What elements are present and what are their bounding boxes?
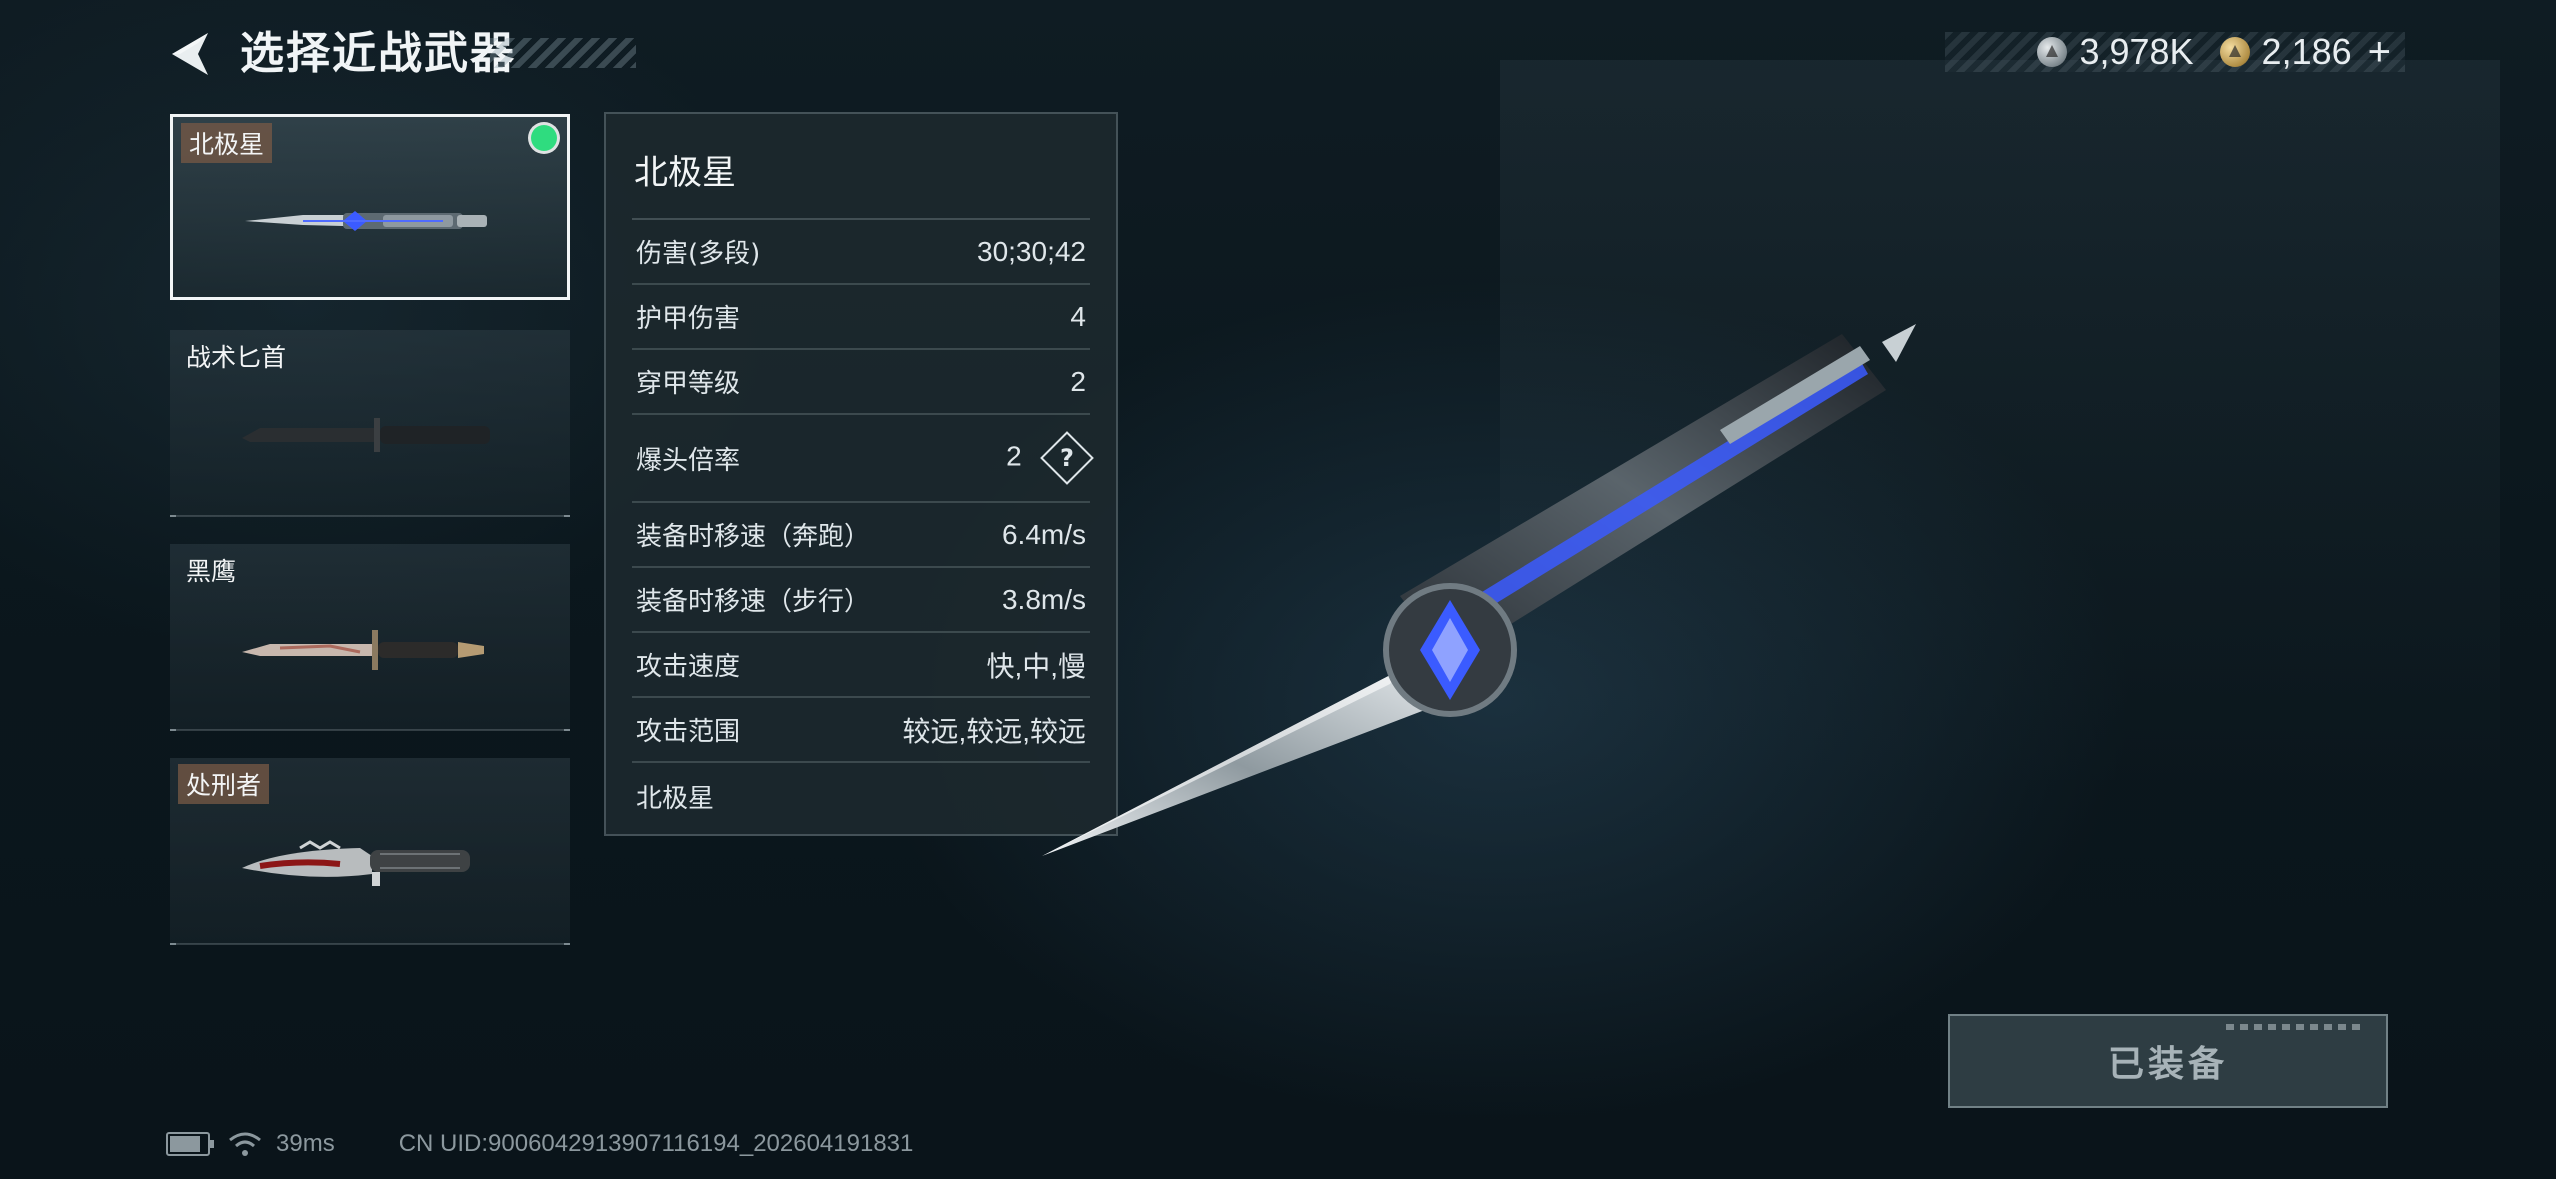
add-currency-button[interactable]: + bbox=[2368, 30, 2391, 75]
stat-label: 爆头倍率 bbox=[636, 445, 741, 476]
gold-coin-icon bbox=[2219, 37, 2250, 67]
black-hawk-image bbox=[242, 630, 484, 670]
stat-row-damage: 伤害(多段) 30;30;42 bbox=[632, 220, 1090, 285]
stat-label: 攻击速度 bbox=[636, 652, 741, 682]
title-decoration bbox=[490, 38, 636, 68]
weapon-card-black-hawk[interactable]: 黑鹰 bbox=[170, 544, 570, 731]
wifi-icon bbox=[229, 1132, 261, 1156]
gold-amount: 2,186 bbox=[2261, 31, 2352, 72]
weapon-card-tactical-dagger[interactable]: 战术匕首 bbox=[170, 330, 570, 517]
weapon-card-polaris[interactable]: 北极星 bbox=[170, 114, 570, 300]
weapon-card-executioner[interactable]: 处刑者 bbox=[170, 758, 570, 945]
ping-text: 39ms bbox=[276, 1130, 335, 1157]
weapon-card-label: 北极星 bbox=[181, 123, 273, 163]
polaris-knife-image bbox=[245, 211, 487, 231]
weapon-card-label: 处刑者 bbox=[178, 764, 270, 804]
equipped-button[interactable]: 已装备 bbox=[1948, 1014, 2388, 1108]
weapon-card-label: 战术匕首 bbox=[186, 343, 287, 372]
stat-label: 伤害(多段) bbox=[636, 239, 761, 269]
silver-coin-icon bbox=[2037, 37, 2068, 67]
stats-title: 北极星 bbox=[632, 114, 1090, 220]
stat-label: 装备时移速（步行） bbox=[636, 587, 871, 617]
stat-label: 穿甲等级 bbox=[636, 369, 741, 399]
battery-icon bbox=[166, 1132, 214, 1156]
stat-label: 装备时移速（奔跑） bbox=[636, 522, 871, 552]
stat-label: 攻击范围 bbox=[636, 717, 741, 747]
page-title: 选择近战武器 bbox=[240, 28, 516, 79]
currency-bar: 3,978K 2,186 + bbox=[1945, 30, 2405, 75]
back-button[interactable] bbox=[166, 26, 214, 82]
silver-amount: 3,978K bbox=[2079, 31, 2194, 72]
back-arrow-icon bbox=[172, 33, 208, 75]
stat-label: 护甲伤害 bbox=[636, 304, 741, 334]
uid-text: CN UID:9006042913907116194_202604191831 bbox=[398, 1130, 914, 1157]
weapon-card-label: 黑鹰 bbox=[186, 557, 237, 586]
tactical-dagger-image bbox=[242, 418, 490, 452]
status-bar: 39ms CN UID:9006042913907116194_20260419… bbox=[166, 1126, 913, 1162]
executioner-image bbox=[242, 840, 470, 886]
stat-value: 30;30;42 bbox=[977, 235, 1086, 267]
equipped-indicator bbox=[531, 125, 557, 151]
weapon-preview-image bbox=[1042, 324, 1916, 856]
